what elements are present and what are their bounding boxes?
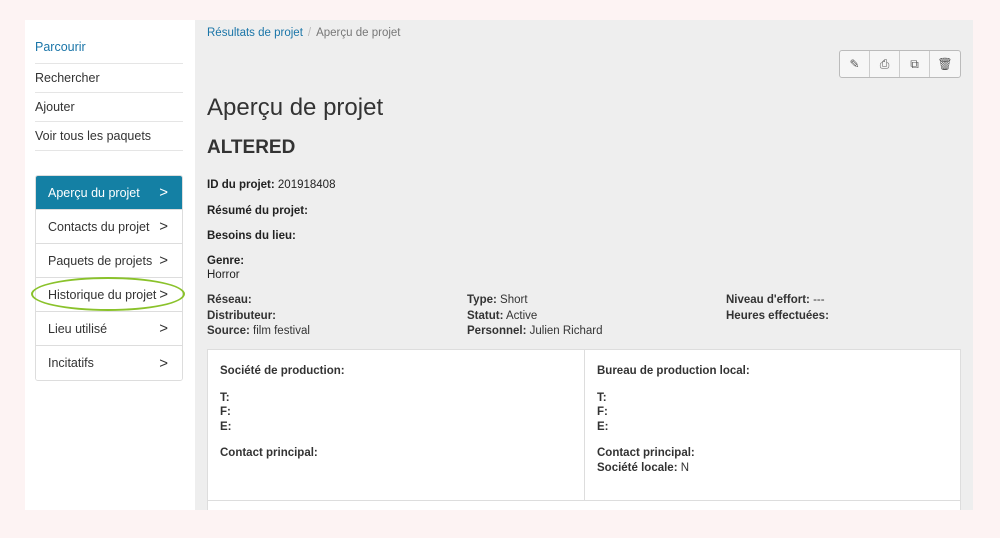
- local-office-section: Bureau de production local: T: F: E: Con…: [585, 350, 961, 500]
- side-item-label: Historique du projet: [48, 287, 157, 302]
- production-company-section: Société de production: T: F: E: Contact …: [208, 350, 585, 500]
- breadcrumb: Résultats de projet / Aperçu de projet: [207, 20, 961, 42]
- delete-button[interactable]: 🗑: [930, 51, 960, 77]
- side-item-label: Lieu utilisé: [48, 321, 108, 336]
- project-side-menu: Aperçu du projet > Contacts du projet > …: [35, 175, 183, 381]
- nav-all-packages-link[interactable]: Voir tous les paquets: [35, 122, 183, 151]
- chevron-right-icon: >: [159, 218, 168, 235]
- fax-label: F:: [597, 406, 608, 418]
- app-window: Parcourir Rechercher Ajouter Voir tous l…: [25, 20, 973, 510]
- breadcrumb-current: Aperçu de projet: [316, 27, 401, 39]
- side-item-contacts[interactable]: Contacts du projet >: [36, 210, 182, 244]
- nav-add-link[interactable]: Ajouter: [35, 93, 183, 122]
- side-item-overview[interactable]: Aperçu du projet >: [36, 176, 182, 210]
- main-content: Résultats de projet / Aperçu de projet ✎ ⎙…: [195, 20, 973, 510]
- side-item-incentives[interactable]: Incitatifs >: [36, 346, 182, 380]
- side-item-label: Incitatifs: [48, 356, 94, 370]
- main-contact-label: Contact principal:: [220, 447, 318, 459]
- main-contact-label: Contact principal:: [597, 447, 695, 459]
- type-field: Type: Short: [467, 294, 528, 306]
- section-title: Société de production:: [220, 365, 345, 377]
- side-item-label: Paquets de projets: [48, 253, 153, 268]
- source-field: Source: film festival: [207, 325, 310, 337]
- location-needs: Besoins du lieu:: [207, 230, 296, 242]
- top-nav: Parcourir Rechercher Ajouter Voir tous l…: [35, 20, 183, 151]
- nav-search-link[interactable]: Rechercher: [35, 64, 183, 93]
- fax-label: F:: [220, 406, 231, 418]
- phone-label: T:: [597, 391, 607, 404]
- hours-field: Heures effectuées:: [726, 309, 829, 322]
- section-title: Bureau de production local:: [597, 365, 750, 377]
- copy-button[interactable]: ⧉: [900, 51, 930, 77]
- panel-divider: [208, 500, 960, 501]
- email-label: E:: [597, 420, 609, 433]
- edit-button[interactable]: ✎: [840, 51, 870, 77]
- network-field: Réseau:: [207, 294, 252, 306]
- page-title: Aperçu de projet: [207, 94, 384, 121]
- project-summary: Résumé du projet:: [207, 205, 308, 217]
- pencil-icon: ✎: [849, 57, 860, 71]
- production-panel: Société de production: T: F: E: Contact …: [207, 349, 961, 510]
- status-field: Statut: Active: [467, 309, 538, 322]
- staff-field: Personnel: Julien Richard: [467, 325, 603, 337]
- side-item-label: Aperçu du projet: [48, 185, 140, 200]
- chevron-right-icon: >: [159, 286, 168, 303]
- distributor-field: Distributeur:: [207, 309, 276, 322]
- trash-icon: 🗑: [937, 57, 953, 71]
- side-item-packages[interactable]: Paquets de projets >: [36, 244, 182, 278]
- breadcrumb-parent-link[interactable]: Résultats de projet: [207, 27, 303, 39]
- chevron-right-icon: >: [159, 354, 168, 372]
- attributes-col-2: Type: Short Statut: Active Personnel: Ju…: [467, 293, 603, 340]
- project-id: ID du projet: 201918408: [207, 179, 336, 191]
- chevron-right-icon: >: [159, 184, 168, 201]
- breadcrumb-separator: /: [307, 27, 312, 39]
- chevron-right-icon: >: [159, 320, 168, 337]
- genre: Genre: Horror: [207, 255, 245, 281]
- attributes-col-1: Réseau: Distributeur: Source: film festi…: [207, 293, 310, 340]
- side-item-label: Contacts du projet: [48, 219, 150, 234]
- chevron-right-icon: >: [159, 252, 168, 269]
- attributes-col-3: Niveau d'effort: --- Heures effectuées:: [726, 293, 829, 324]
- project-name: ALTERED: [207, 137, 296, 158]
- action-toolbar: ✎ ⎙ ⧉ 🗑: [839, 50, 961, 78]
- side-item-history[interactable]: Historique du projet >: [36, 278, 182, 312]
- side-item-location[interactable]: Lieu utilisé >: [36, 312, 182, 346]
- printer-icon: ⎙: [879, 56, 890, 71]
- local-company-field: Société locale: N: [597, 461, 690, 474]
- phone-label: T:: [220, 391, 230, 404]
- sidebar: Parcourir Rechercher Ajouter Voir tous l…: [31, 20, 185, 381]
- email-label: E:: [220, 420, 232, 433]
- copy-icon: ⧉: [910, 56, 919, 71]
- print-button[interactable]: ⎙: [870, 51, 900, 77]
- effort-field: Niveau d'effort: ---: [726, 294, 825, 306]
- nav-browse-link[interactable]: Parcourir: [35, 20, 183, 64]
